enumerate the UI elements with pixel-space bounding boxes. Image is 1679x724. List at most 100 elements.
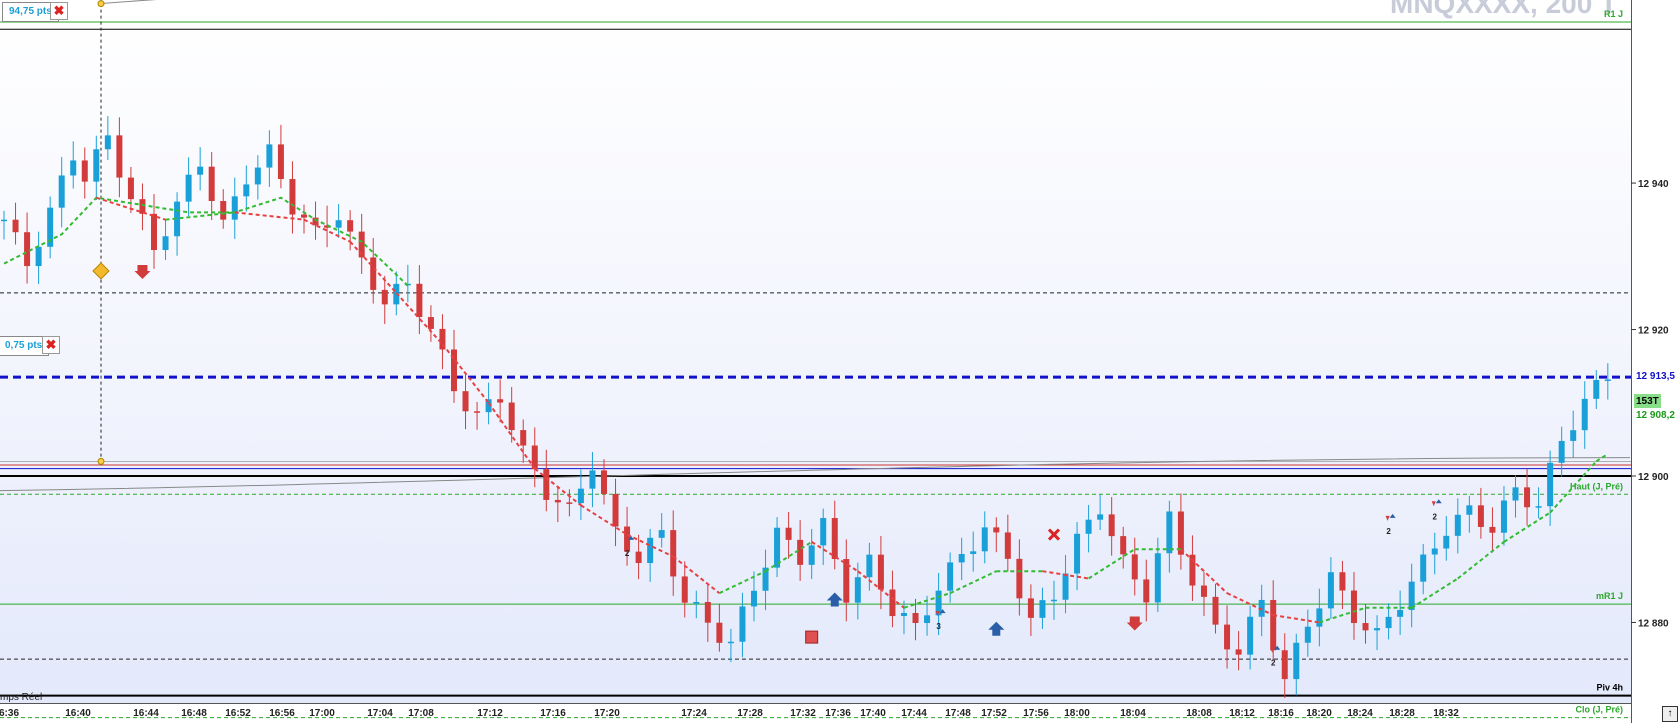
level-label-12: Clo (J, Pré) [1575,705,1623,715]
candle-body [150,213,157,251]
x-tick-label: 17:12 [477,708,503,719]
x-tick-label: 17:44 [901,708,927,719]
candle-body [1120,536,1127,555]
close-tag-mid-button[interactable]: ✖ [42,336,60,354]
candle-body [681,576,688,603]
signal-count-label: 2 [625,549,630,558]
x-tick-label: 18:00 [1064,708,1090,719]
candle-body [958,553,965,563]
candle-body [543,469,550,500]
candle-body [497,399,504,403]
slow-ma-segment [1411,577,1459,609]
fast-ma-line [3,196,409,287]
candle-body [1512,487,1519,501]
y-tick-label: 12 880 [1638,618,1669,629]
x-tick-label: 17:52 [981,708,1007,719]
candle-body [889,589,896,617]
candle-body [808,545,815,565]
dr-diamond-icon [92,262,110,280]
x-tick-label: 17:32 [790,708,816,719]
candle-body [381,289,388,305]
candle-body [866,554,873,578]
measure-handle-top [97,0,105,8]
candle-body [104,135,111,150]
upper-curve [99,0,157,5]
candle-body [1247,616,1254,655]
candle-body [462,391,469,412]
x-tick-label: 6:36 [0,708,19,719]
candle-body [981,527,988,552]
small-sell-arrow-icon [1431,501,1436,507]
x-tick-label: 16:56 [269,708,295,719]
candle-body [831,518,838,560]
candle-body [797,539,804,565]
small-sell-arrow-icon [1385,515,1390,521]
candle-body [231,196,238,220]
stop-square-icon [805,630,819,644]
close-tag-top-button[interactable]: ✖ [50,2,68,20]
sell-arrow-icon [1126,616,1143,631]
candle-body [785,527,792,540]
candle-body [1281,650,1288,680]
candle-body [612,493,619,527]
candle-body [1547,462,1554,507]
realtime-label: mps Réel [0,692,43,703]
candle-body [116,135,123,178]
x-tick-label: 17:36 [825,708,851,719]
scroll-up-icon[interactable]: ↑ [1662,706,1678,722]
candle-body [1235,649,1242,655]
candle-body [1593,380,1600,399]
candle-body [970,551,977,554]
candle-body [1108,514,1115,537]
candle-body [370,257,377,290]
vwap-curve [0,457,1631,492]
candle-body [1304,626,1311,643]
candle-body [1604,379,1611,381]
candle-body [1385,616,1392,629]
candle-body [589,470,596,489]
candle-body [1,219,7,222]
candle-body [854,577,861,603]
candle-body [220,200,227,220]
slow-ma-segment [1273,614,1320,624]
price-badge: 12 908,2 [1634,407,1677,424]
candle-body [1039,600,1046,618]
candle-body [1466,505,1473,515]
candle-body [1581,398,1588,431]
candle-body [1085,519,1092,534]
candle-body [820,518,827,546]
x-tick-label: 18:20 [1306,708,1332,719]
candle-body [1477,505,1484,527]
x-tick-label: 16:52 [225,708,251,719]
x-tick-label: 17:48 [945,708,971,719]
x-tick-label: 17:00 [309,708,335,719]
candle-body [335,220,342,228]
candle-body [993,527,1000,533]
candle-body [1500,500,1507,533]
candle-body [1293,642,1300,680]
candle-body [1212,596,1219,625]
candle-body [750,590,757,607]
signal-count-label: 3 [936,622,941,631]
x-tick-label: 17:16 [540,708,566,719]
candle-body [300,214,307,218]
x-tick-label: 17:40 [860,708,886,719]
candle-body [416,283,423,318]
x-tick-label: 17:28 [737,708,763,719]
x-tick-label: 17:08 [408,708,434,719]
candle-body [254,167,261,185]
candle-body [554,499,561,503]
candle-body [162,236,169,251]
y-tick-label: 12 900 [1638,472,1669,483]
candle-body [1535,506,1542,508]
candle-body [1050,599,1057,602]
level-label-11: Piv 4h [1596,683,1623,693]
candle-body [81,160,88,182]
candle-body [1443,535,1450,549]
y-tick-label: 12 940 [1638,179,1669,190]
candle-body [577,488,584,504]
candle-body [1074,533,1081,574]
candle-body [1097,514,1104,520]
candle-body [185,174,192,202]
candle-body [670,530,677,577]
